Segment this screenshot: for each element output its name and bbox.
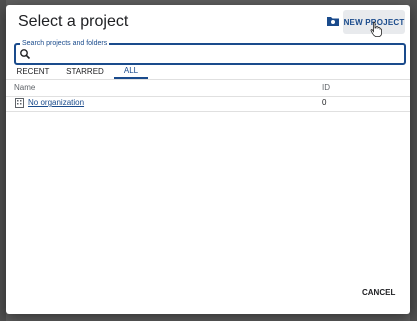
search-icon (20, 49, 31, 60)
building-icon (15, 98, 24, 108)
new-project-button[interactable]: NEW PROJECT (343, 10, 405, 34)
header-divider (6, 96, 410, 97)
tab-divider (6, 79, 410, 80)
row-id: 0 (322, 98, 327, 107)
search-input[interactable] (34, 46, 394, 61)
select-project-dialog: Select a project NEW PROJECT Search proj… (6, 5, 410, 314)
search-field[interactable]: Search projects and folders (14, 39, 406, 65)
new-folder-icon[interactable] (326, 15, 340, 27)
row-divider (6, 111, 410, 112)
background-edge (410, 0, 417, 321)
organization-link[interactable]: No organization (28, 98, 84, 107)
dialog-title: Select a project (18, 13, 129, 30)
column-header-name: Name (14, 83, 36, 92)
column-header-id: ID (322, 83, 330, 92)
tab-bar: RECENT STARRED ALL (6, 63, 410, 79)
tab-recent[interactable]: RECENT (14, 63, 52, 79)
cancel-button[interactable]: CANCEL (362, 288, 395, 297)
tab-all[interactable]: ALL (114, 63, 148, 79)
tab-starred[interactable]: STARRED (62, 63, 108, 79)
